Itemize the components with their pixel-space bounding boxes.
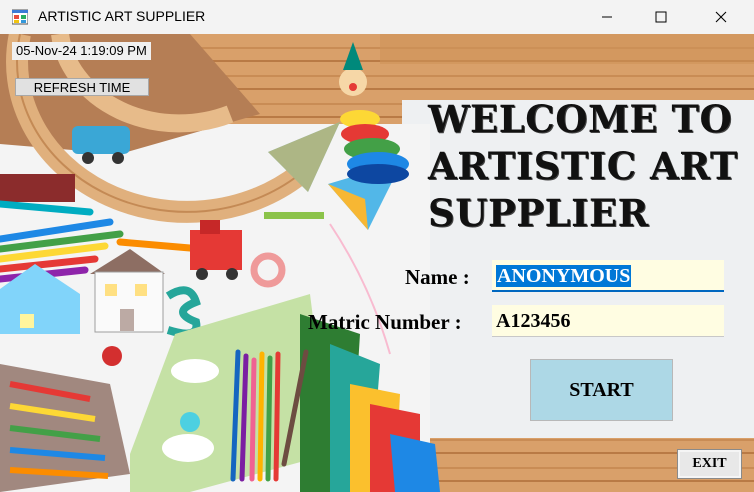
name-input-value: ANONYMOUS xyxy=(496,265,632,287)
name-input[interactable]: ANONYMOUS xyxy=(492,260,724,292)
exit-button[interactable]: EXIT xyxy=(677,449,742,479)
matric-number-label: Matric Number : xyxy=(308,310,462,334)
welcome-line-3: SUPPLIER xyxy=(428,191,649,235)
welcome-line-1: WELCOME TO xyxy=(428,97,733,141)
app-window: ARTISTIC ART SUPPLIER 05-Nov-24 1:19:09 … xyxy=(0,0,754,492)
title-bar: ARTISTIC ART SUPPLIER xyxy=(0,0,754,34)
refresh-time-button[interactable]: REFRESH TIME xyxy=(15,78,149,96)
welcome-heading: WELCOME TO ARTISTIC ART SUPPLIER xyxy=(428,96,738,237)
matric-number-input[interactable]: A123456 xyxy=(492,305,724,337)
minimize-button[interactable] xyxy=(578,0,636,34)
windows-forms-icon xyxy=(12,9,28,25)
welcome-line-2: ARTISTIC ART xyxy=(428,144,738,188)
maximize-button[interactable] xyxy=(632,0,690,34)
start-button[interactable]: START xyxy=(530,359,673,421)
close-button[interactable] xyxy=(692,0,750,34)
current-time-label: 05-Nov-24 1:19:09 PM xyxy=(12,42,151,60)
form-client-area: 05-Nov-24 1:19:09 PM REFRESH TIME WELCOM… xyxy=(0,34,754,492)
maximize-icon xyxy=(655,11,667,23)
close-icon xyxy=(715,11,727,23)
window-title: ARTISTIC ART SUPPLIER xyxy=(38,8,206,24)
minimize-icon xyxy=(602,16,612,18)
name-label: Name : xyxy=(405,265,470,289)
